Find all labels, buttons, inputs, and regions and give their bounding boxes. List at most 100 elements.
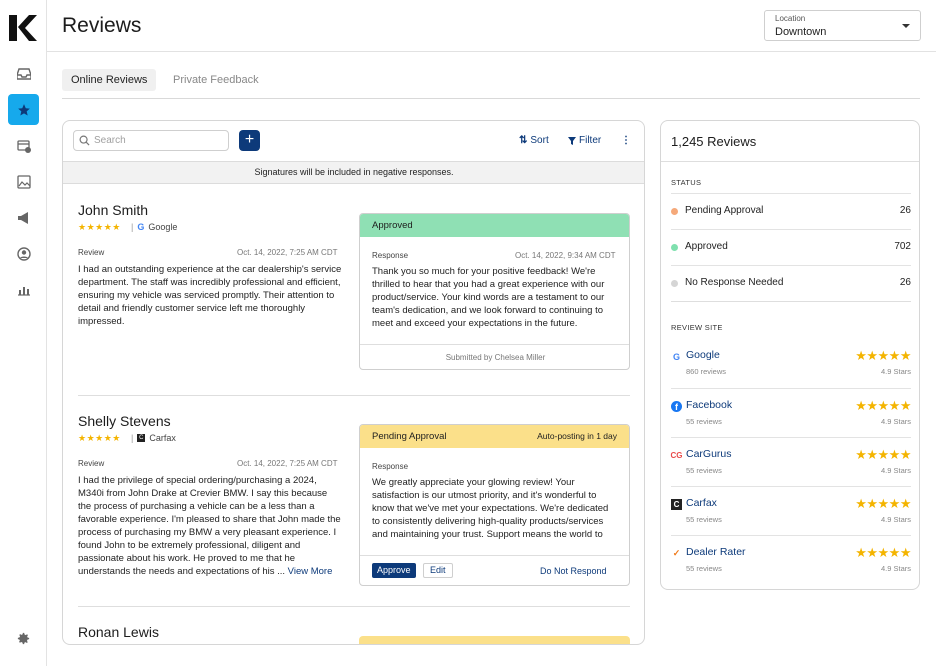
site-stars: ★★★★★ (855, 545, 911, 560)
sidebar-item-settings[interactable] (8, 623, 39, 654)
review-site-name: Google (148, 222, 178, 232)
signature-banner: Signatures will be included in negative … (63, 161, 644, 184)
response-status-pending (359, 636, 630, 644)
site-rating: 4.9 Stars (880, 417, 911, 426)
megaphone-icon (17, 211, 28, 224)
divider (360, 555, 629, 556)
location-value: Downtown (775, 26, 827, 38)
response-text: We greatly appreciate your glowing revie… (372, 477, 609, 540)
site-review-count: 55 reviews (686, 564, 722, 573)
site-stars: ★★★★★ (855, 496, 911, 511)
image-icon (16, 174, 31, 189)
inbox-icon (16, 67, 31, 80)
sidebar-item-account[interactable] (8, 238, 39, 269)
status-row-approved[interactable]: Approved 702 (671, 229, 911, 265)
tab-online-reviews[interactable]: Online Reviews (62, 69, 157, 91)
sidebar-item-billing[interactable] (8, 130, 39, 161)
review-label: Review (78, 459, 105, 468)
do-not-respond-button[interactable]: Do Not Respond (540, 566, 607, 576)
site-rating: 4.9 Stars (880, 367, 911, 376)
site-name: Carfax (686, 497, 717, 509)
status-row-no-response[interactable]: No Response Needed 26 (671, 265, 911, 301)
sidebar (0, 0, 47, 666)
site-review-count: 860 reviews (686, 367, 727, 376)
status-label: No Response Needed (685, 277, 784, 288)
location-select[interactable]: Location Downtown (764, 10, 921, 41)
site-name: CarGurus (686, 448, 732, 460)
review-text-body: I had the privilege of special ordering/… (78, 475, 341, 577)
response-text: Thank you so much for your positive feed… (372, 266, 605, 329)
sort-label: Sort (530, 135, 549, 146)
search-box[interactable] (73, 130, 229, 151)
caret-down-icon (902, 24, 910, 28)
site-row-google[interactable]: G Google 860 reviews ★★★★★ 4.9 Stars (671, 339, 912, 389)
tab-private-feedback[interactable]: Private Feedback (164, 69, 268, 91)
site-stars: ★★★★★ (855, 398, 911, 413)
review-site-heading: REVIEW SITE (671, 323, 723, 332)
site-name: Google (686, 349, 720, 361)
billing-icon (16, 139, 31, 153)
sidebar-item-analytics[interactable] (8, 274, 39, 305)
site-rating: 4.9 Stars (880, 564, 911, 573)
response-submitted-by: Submitted by Chelsea Miller (445, 353, 546, 362)
divider (360, 344, 629, 345)
review-site-name: Carfax (149, 433, 176, 443)
reviewer-name: John Smith (78, 202, 149, 218)
brand-logo[interactable] (9, 15, 37, 41)
divider (661, 161, 919, 162)
divider (78, 606, 630, 607)
approve-button[interactable]: Approve (372, 563, 416, 578)
site-row-cargurus[interactable]: CG CarGurus 55 reviews ★★★★★ 4.9 Stars (671, 437, 911, 487)
status-dot (671, 208, 678, 215)
site-row-carfax[interactable]: C Carfax 55 reviews ★★★★★ 4.9 Stars (671, 486, 911, 536)
status-label: Approved (685, 241, 728, 252)
sort-button[interactable]: ⇅ Sort (519, 135, 549, 146)
review-count-title: 1,245 Reviews (671, 134, 757, 149)
site-row-facebook[interactable]: f Facebook 55 reviews ★★★★★ 4.9 Stars (671, 388, 911, 438)
review-date: Oct. 14, 2022, 7:25 AM CDT (237, 248, 338, 257)
tab-bar: Online Reviews Private Feedback (62, 68, 920, 99)
search-input[interactable] (94, 133, 224, 148)
response-label: Response (372, 251, 409, 260)
edit-button[interactable]: Edit (423, 563, 453, 578)
review-text: I had the privilege of special ordering/… (78, 474, 342, 578)
google-icon: G (672, 351, 680, 362)
sort-icon: ⇅ (519, 135, 528, 146)
response-status: Pending Approval (372, 431, 447, 442)
response-date: Oct. 14, 2022, 9:34 AM CDT (515, 251, 616, 260)
facebook-icon: f (671, 401, 682, 412)
response-box: Approved Response Oct. 14, 2022, 9:34 AM… (359, 213, 630, 370)
sidebar-item-media[interactable] (8, 166, 39, 197)
sidebar-item-inbox[interactable] (8, 58, 39, 89)
site-stars: ★★★★★ (855, 447, 911, 462)
more-options-icon[interactable]: ⋮ (621, 135, 631, 146)
response-status-pending: Pending Approval Auto-posting in 1 day (360, 425, 629, 448)
response-label: Response (372, 462, 409, 471)
review-stars: ★★★★★ (78, 433, 121, 443)
view-more-link[interactable]: View More (288, 566, 333, 577)
cargurus-icon: CG (670, 451, 683, 460)
site-name: Facebook (686, 399, 733, 411)
status-count: 702 (894, 241, 911, 252)
google-icon: G (137, 222, 145, 232)
sidebar-item-campaigns[interactable] (8, 202, 39, 233)
site-name: Dealer Rater (686, 546, 746, 558)
review-label: Review (78, 248, 105, 257)
status-heading: STATUS (671, 178, 702, 187)
site-rating: 4.9 Stars (880, 466, 911, 475)
user-circle-icon (16, 246, 31, 261)
site-stars: ★★★★★ (855, 348, 911, 363)
add-button[interactable]: + (239, 130, 260, 151)
review-site: | G Google (131, 222, 178, 232)
site-review-count: 55 reviews (686, 466, 722, 475)
status-count: 26 (899, 277, 911, 288)
filter-icon (568, 136, 576, 145)
reviews-panel: + ⇅ Sort Filter ⋮ Signatures will be inc… (62, 120, 645, 645)
status-row-pending[interactable]: Pending Approval 26 (671, 193, 911, 229)
status-dot (671, 244, 678, 251)
status-label: Pending Approval (685, 205, 764, 216)
filter-button[interactable]: Filter (568, 135, 601, 146)
site-row-dealer-rater[interactable]: ✓ Dealer Rater 55 reviews ★★★★★ 4.9 Star… (671, 535, 911, 585)
status-count: 26 (899, 205, 911, 216)
sidebar-item-reviews[interactable] (8, 94, 39, 125)
